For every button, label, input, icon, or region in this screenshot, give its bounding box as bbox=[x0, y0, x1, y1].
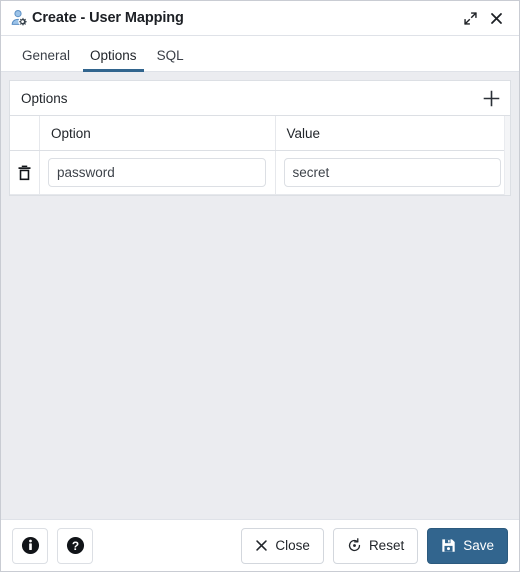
value-input[interactable] bbox=[283, 158, 501, 187]
user-mapping-icon bbox=[10, 9, 28, 27]
x-icon bbox=[255, 539, 268, 552]
save-disk-icon bbox=[441, 538, 456, 553]
grid-scrollbar[interactable] bbox=[504, 116, 510, 195]
expand-icon[interactable] bbox=[457, 5, 483, 31]
dialog-footer: ? Close Reset Save bbox=[1, 519, 519, 571]
tab-general[interactable]: General bbox=[12, 49, 80, 71]
options-panel-title: Options bbox=[21, 90, 68, 106]
option-input[interactable] bbox=[48, 158, 266, 187]
titlebar: Create - User Mapping bbox=[1, 1, 519, 36]
column-header-option: Option bbox=[51, 125, 91, 141]
close-button[interactable]: Close bbox=[241, 527, 324, 564]
svg-text:?: ? bbox=[71, 539, 78, 553]
column-header-value: Value bbox=[286, 125, 321, 141]
info-icon[interactable] bbox=[12, 527, 48, 564]
grid-header-row: Option Value bbox=[10, 116, 510, 151]
trash-icon[interactable] bbox=[15, 163, 35, 183]
options-grid: Option Value bbox=[10, 116, 510, 195]
table-row bbox=[10, 151, 510, 195]
grid-header-option-col: Option bbox=[40, 116, 276, 150]
dialog-body: Options Option Value bbox=[1, 72, 519, 519]
close-icon[interactable] bbox=[483, 5, 509, 31]
grid-header-delete-col bbox=[10, 116, 40, 150]
tab-options[interactable]: Options bbox=[80, 49, 147, 72]
create-user-mapping-dialog: Create - User Mapping General Options SQ… bbox=[0, 0, 520, 572]
tab-bar: General Options SQL bbox=[1, 36, 519, 72]
row-option-cell bbox=[40, 151, 276, 194]
help-icon[interactable]: ? bbox=[57, 527, 93, 564]
row-value-cell bbox=[276, 151, 511, 194]
dialog-title: Create - User Mapping bbox=[32, 10, 184, 26]
options-panel: Options Option Value bbox=[9, 80, 511, 196]
save-button[interactable]: Save bbox=[427, 527, 508, 564]
close-button-label: Close bbox=[275, 538, 310, 553]
reset-button-label: Reset bbox=[368, 538, 405, 553]
tab-sql[interactable]: SQL bbox=[147, 49, 194, 71]
save-button-label: Save bbox=[463, 538, 494, 553]
row-delete-cell bbox=[10, 151, 40, 194]
plus-icon[interactable] bbox=[478, 85, 504, 111]
options-grid-scroll: Option Value bbox=[10, 116, 510, 195]
options-panel-header: Options bbox=[10, 81, 510, 116]
reset-button[interactable]: Reset bbox=[332, 527, 419, 564]
reset-icon bbox=[347, 538, 362, 553]
grid-header-value-col: Value bbox=[276, 116, 511, 150]
